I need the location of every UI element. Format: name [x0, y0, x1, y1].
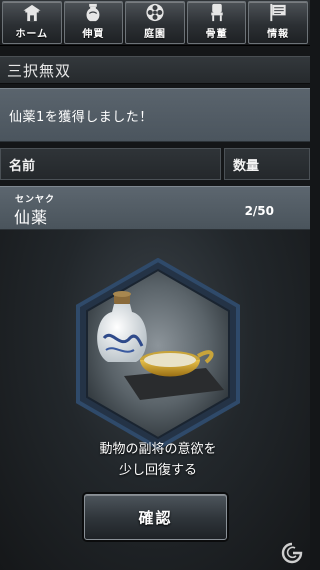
- table-header: 名前 数量: [0, 148, 310, 180]
- flower-icon: [146, 3, 164, 22]
- confirm-button[interactable]: 確認: [84, 494, 227, 540]
- home-icon: [23, 4, 41, 22]
- top-nav: ホーム 伸買 庭園 骨董 情報: [0, 0, 310, 46]
- item-description-line1: 動物の副将の意欲を: [99, 442, 217, 457]
- nav-antique-button[interactable]: 骨董: [186, 1, 247, 44]
- item-description-line2: 少し回復する: [118, 463, 197, 478]
- nav-info-button[interactable]: 情報: [248, 1, 308, 44]
- item-image: [76, 258, 240, 450]
- column-header-name: 名前: [0, 148, 221, 180]
- nav-home-label: ホーム: [15, 29, 49, 40]
- acquired-message: 仙薬1を獲得しました！: [0, 88, 310, 142]
- nav-garden-label: 庭園: [143, 29, 166, 40]
- game-logo-icon: [281, 542, 303, 564]
- title-bar: 三択無双: [0, 56, 310, 84]
- page-title: 三択無双: [7, 61, 72, 80]
- column-header-quantity: 数量: [224, 148, 310, 180]
- nav-home-button[interactable]: ホーム: [2, 1, 62, 44]
- nav-garden-button[interactable]: 庭園: [125, 1, 185, 44]
- chair-icon: [210, 3, 223, 22]
- item-name: 仙薬: [14, 208, 49, 227]
- nav-antique-label: 骨董: [205, 29, 228, 40]
- nav-trade-button[interactable]: 伸買: [63, 1, 124, 44]
- nav-info-label: 情報: [267, 29, 290, 40]
- vase-icon: [86, 3, 100, 22]
- table-row: センヤク 仙薬 2/50: [0, 186, 310, 230]
- item-quantity: 2/50: [244, 204, 274, 218]
- flag-icon: [270, 3, 286, 22]
- nav-trade-label: 伸買: [82, 29, 105, 40]
- acquired-message-text: 仙薬1を獲得しました！: [9, 109, 153, 125]
